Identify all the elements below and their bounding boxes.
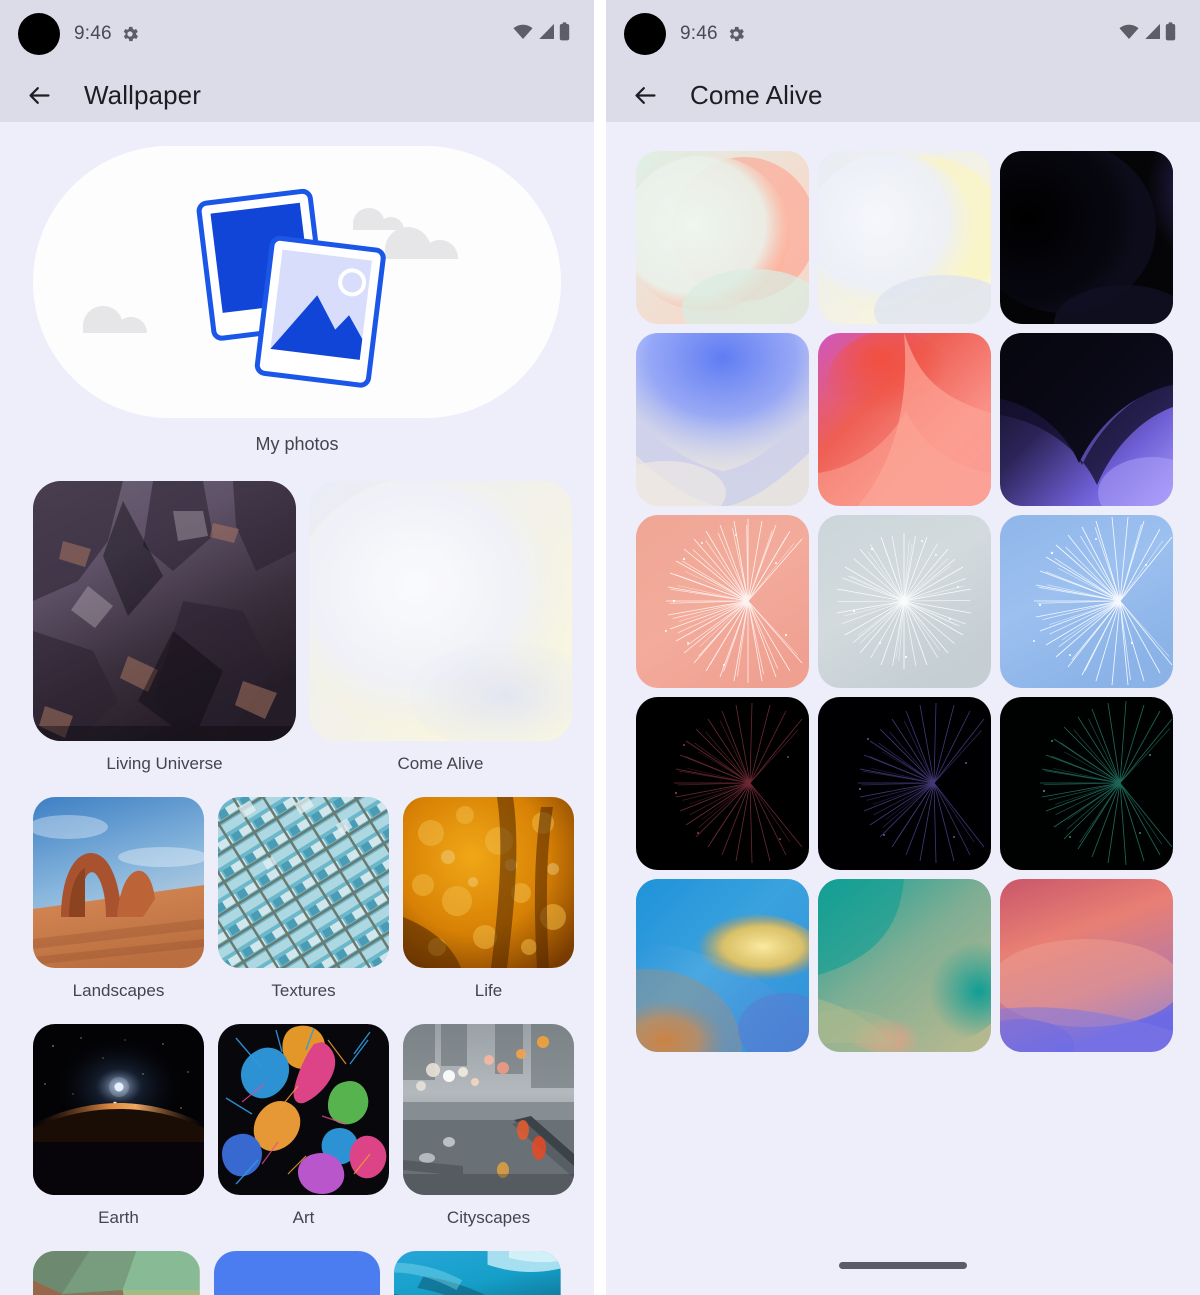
category-label: Cityscapes <box>446 1208 531 1227</box>
wallpaper-option-coral-fold[interactable] <box>818 333 991 506</box>
wallpaper-option-silver-burst[interactable] <box>818 515 991 688</box>
cityscapes-thumbnail <box>403 1024 574 1195</box>
status-clock: 9:46 <box>74 23 112 44</box>
art-thumbnail <box>218 1024 389 1195</box>
wallpaper-option-teal-blush-wave[interactable] <box>818 879 991 1052</box>
my-photos-card[interactable] <box>33 146 561 418</box>
status-bar-right: 9:46 <box>606 0 1200 68</box>
category-label: Life <box>474 981 503 1000</box>
featured-row: Living Universe Come Alive <box>0 455 594 774</box>
underwater-thumbnail[interactable] <box>394 1251 561 1295</box>
category-label: Earth <box>98 1208 139 1227</box>
page-title-left: Wallpaper <box>84 79 201 110</box>
wallpaper-option-coral-burst[interactable] <box>636 515 809 688</box>
wallpaper-option-indigo-dark-burst[interactable] <box>818 697 991 870</box>
category-tile-landscapes[interactable]: Landscapes <box>33 797 204 1001</box>
wallpaper-option-sunset-wave[interactable] <box>636 879 809 1052</box>
wallpaper-option-midnight-orb[interactable] <box>1000 151 1173 324</box>
cell-signal-icon <box>538 23 555 46</box>
category-tile-life[interactable]: Life <box>403 797 574 1001</box>
status-clock: 9:46 <box>680 23 718 44</box>
category-tile-earth[interactable]: Earth <box>33 1024 204 1228</box>
app-bar-right: Come Alive <box>606 68 1200 122</box>
wallpaper-option-azure-burst[interactable] <box>1000 515 1173 688</box>
category-tile-art[interactable]: Art <box>218 1024 389 1228</box>
photos-stack-illustration <box>83 188 458 388</box>
camera-punch-hole-icon <box>624 13 666 55</box>
solid-blue-card[interactable] <box>213 1251 381 1295</box>
category-row-1: Landscapes Textures Life <box>0 774 594 1001</box>
status-indicators <box>1118 22 1176 46</box>
my-photos-section: My photos <box>0 122 594 455</box>
wallpaper-category-list: My photos Living Universe Come Alive Lan… <box>0 122 594 1295</box>
battery-icon <box>1165 22 1176 46</box>
wifi-icon <box>1118 23 1140 46</box>
life-thumbnail <box>403 797 574 968</box>
wallpaper-option-emerald-dark-burst[interactable] <box>1000 697 1173 870</box>
gear-icon <box>120 24 140 44</box>
battery-icon <box>559 22 570 46</box>
featured-tile-living-universe[interactable]: Living Universe <box>33 481 296 774</box>
landscapes-thumbnail <box>33 797 204 968</box>
category-label: Art <box>292 1208 315 1227</box>
gear-icon <box>726 24 746 44</box>
come-alive-wallpaper-grid <box>606 122 1200 1052</box>
arrow-back-icon <box>28 86 50 104</box>
category-row-3-partial <box>0 1228 594 1295</box>
status-bar-left: 9:46 <box>0 0 594 68</box>
wifi-icon <box>512 23 534 46</box>
page-title-right: Come Alive <box>690 79 823 110</box>
dual-screenshot-container: 9:46 Wallpaper My photos Living Universe… <box>0 0 1200 1295</box>
wallpaper-option-blue-dune[interactable] <box>636 333 809 506</box>
cell-signal-icon <box>1144 23 1161 46</box>
wallpaper-option-pearl-lemon-orb[interactable] <box>818 151 991 324</box>
category-label: Textures <box>271 981 336 1000</box>
featured-tile-come-alive[interactable]: Come Alive <box>309 481 572 774</box>
back-button-left[interactable] <box>22 78 56 112</box>
arrow-back-icon <box>634 86 656 104</box>
my-photos-label: My photos <box>255 434 339 454</box>
living-universe-thumbnail <box>33 481 296 741</box>
status-indicators <box>512 22 570 46</box>
left-phone-screen: 9:46 Wallpaper My photos Living Universe… <box>0 0 594 1295</box>
wallpaper-option-rose-cobalt-wave[interactable] <box>1000 879 1173 1052</box>
category-tile-cityscapes[interactable]: Cityscapes <box>403 1024 574 1228</box>
wallpaper-option-mint-peach-orb[interactable] <box>636 151 809 324</box>
home-indicator[interactable] <box>839 1262 967 1269</box>
back-button-right[interactable] <box>628 78 662 112</box>
wallpaper-option-violet-night-fold[interactable] <box>1000 333 1173 506</box>
right-phone-screen: 9:46 Come Alive <box>606 0 1200 1295</box>
textures-thumbnail <box>218 797 389 968</box>
camera-punch-hole-icon <box>18 13 60 55</box>
low-poly-thumbnail[interactable] <box>33 1251 200 1295</box>
featured-label: Come Alive <box>397 754 484 773</box>
app-bar-left: Wallpaper <box>0 68 594 122</box>
wallpaper-option-crimson-dark-burst[interactable] <box>636 697 809 870</box>
featured-label: Living Universe <box>106 754 223 773</box>
category-row-2: Earth Art Cityscapes <box>0 1001 594 1228</box>
earth-thumbnail <box>33 1024 204 1195</box>
category-tile-textures[interactable]: Textures <box>218 797 389 1001</box>
come-alive-thumbnail <box>309 481 572 741</box>
category-label: Landscapes <box>72 981 165 1000</box>
